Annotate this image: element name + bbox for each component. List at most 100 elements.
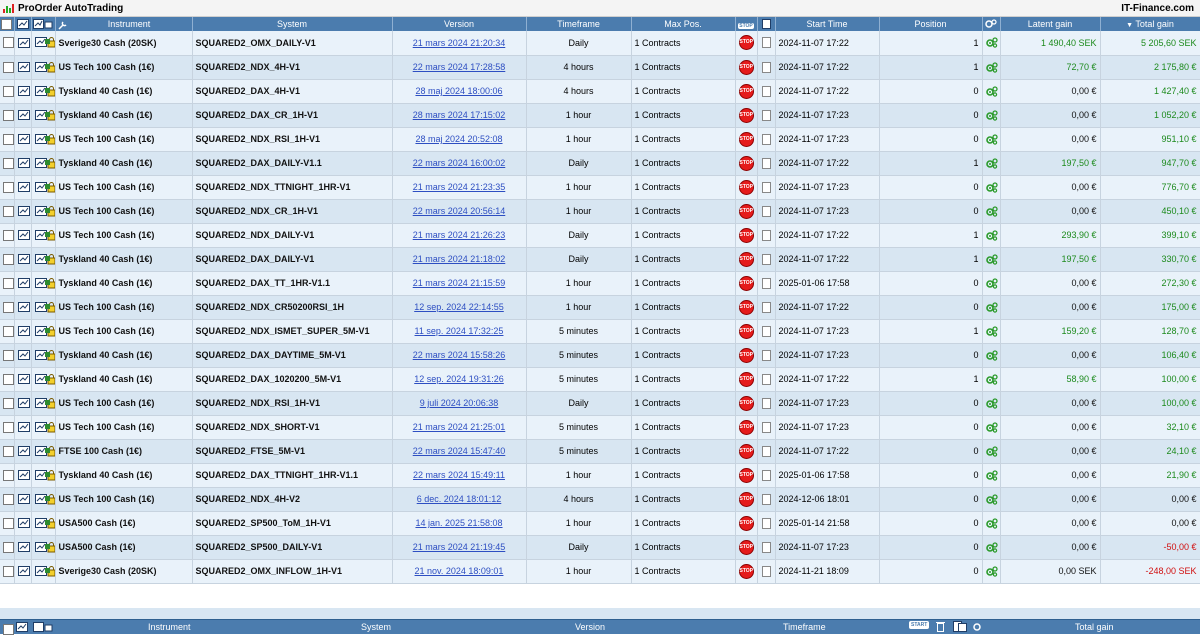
document-button[interactable]: [757, 151, 776, 176]
row-charts-lock-icon[interactable]: [31, 127, 56, 152]
row-charts-lock-icon[interactable]: [31, 271, 56, 296]
row-checkbox[interactable]: [0, 487, 15, 512]
stop-icon[interactable]: STOP: [738, 419, 754, 435]
start-time-header[interactable]: Start Time: [775, 17, 880, 31]
settings-button[interactable]: [982, 127, 1001, 152]
stop-icon[interactable]: STOP: [738, 131, 754, 147]
version-link[interactable]: 22 mars 2024 15:58:26: [413, 350, 506, 360]
position-header[interactable]: Position: [879, 17, 983, 31]
version-link[interactable]: 22 mars 2024 20:56:14: [413, 206, 506, 216]
stop-button[interactable]: STOP: [735, 271, 758, 296]
gears-icon[interactable]: [985, 421, 998, 433]
charts-lock-icon[interactable]: [33, 19, 53, 30]
document-icon[interactable]: [761, 541, 771, 553]
gears-icon[interactable]: [985, 37, 998, 49]
row-chart-icon[interactable]: [14, 367, 32, 392]
row-chart-icon[interactable]: [14, 487, 32, 512]
gears-icon[interactable]: [985, 109, 998, 121]
document-icon[interactable]: [761, 277, 771, 289]
settings-button[interactable]: [982, 463, 1001, 488]
document-icon[interactable]: [761, 397, 771, 409]
stop-icon[interactable]: STOP: [738, 251, 754, 267]
version-link[interactable]: 21 mars 2024 21:18:02: [413, 254, 506, 264]
stop-button[interactable]: STOP: [735, 151, 758, 176]
row-charts-lock-icon[interactable]: [31, 247, 56, 272]
settings-button[interactable]: [982, 391, 1001, 416]
stop-icon[interactable]: STOP: [738, 227, 754, 243]
document-button[interactable]: [757, 463, 776, 488]
gears-icon[interactable]: [985, 301, 998, 313]
stop-button[interactable]: STOP: [735, 247, 758, 272]
stop-button[interactable]: STOP: [735, 295, 758, 320]
wrench-icon[interactable]: [57, 20, 67, 30]
row-chart-icon[interactable]: [14, 127, 32, 152]
system-header[interactable]: System: [192, 17, 393, 31]
stop-icon[interactable]: STOP: [738, 179, 754, 195]
table-row[interactable]: US Tech 100 Cash (1€) SQUARED2_NDX_CR5020…: [0, 295, 1200, 320]
stop-icon[interactable]: STOP: [738, 203, 754, 219]
row-charts-lock-icon[interactable]: [31, 535, 56, 560]
row-checkbox[interactable]: [0, 559, 15, 584]
table-row[interactable]: Tyskland 40 Cash (1€) SQUARED2_DAX_DAILY-…: [0, 151, 1200, 176]
row-chart-icon[interactable]: [14, 415, 32, 440]
doc-header[interactable]: [757, 17, 776, 31]
row-chart-icon[interactable]: [14, 247, 32, 272]
stop-button[interactable]: STOP: [735, 343, 758, 368]
details-col-header[interactable]: [31, 17, 56, 31]
stop-icon[interactable]: STOP: [738, 323, 754, 339]
select-all-checkbox[interactable]: [1, 18, 13, 30]
row-charts-lock-icon[interactable]: [31, 295, 56, 320]
row-chart-icon[interactable]: [14, 391, 32, 416]
settings-button[interactable]: [982, 319, 1001, 344]
gears-icon[interactable]: [985, 85, 998, 97]
footer-instrument-label[interactable]: Instrument: [148, 622, 191, 632]
settings-button[interactable]: [982, 31, 1001, 56]
version-link[interactable]: 21 mars 2024 21:20:34: [413, 38, 506, 48]
settings-button[interactable]: [982, 367, 1001, 392]
row-chart-icon[interactable]: [14, 199, 32, 224]
settings-button[interactable]: [982, 223, 1001, 248]
row-chart-icon[interactable]: [14, 79, 32, 104]
row-checkbox[interactable]: [0, 199, 15, 224]
row-checkbox[interactable]: [0, 127, 15, 152]
stop-button[interactable]: STOP: [735, 511, 758, 536]
row-checkbox[interactable]: [0, 55, 15, 80]
row-checkbox[interactable]: [0, 343, 15, 368]
table-row[interactable]: US Tech 100 Cash (1€) SQUARED2_NDX_DAILY-…: [0, 223, 1200, 248]
row-checkbox[interactable]: [0, 31, 15, 56]
version-link[interactable]: 28 mars 2024 17:15:02: [413, 110, 506, 120]
table-row[interactable]: US Tech 100 Cash (1€) SQUARED2_NDX_RSI_1H…: [0, 127, 1200, 152]
gears-icon[interactable]: [985, 397, 998, 409]
document-button[interactable]: [757, 343, 776, 368]
instrument-header[interactable]: Instrument: [55, 17, 193, 31]
row-chart-icon[interactable]: [14, 175, 32, 200]
stop-button[interactable]: STOP: [735, 415, 758, 440]
row-chart-icon[interactable]: [14, 511, 32, 536]
stop-button[interactable]: STOP: [735, 439, 758, 464]
row-charts-lock-icon[interactable]: [31, 55, 56, 80]
row-chart-icon[interactable]: [14, 319, 32, 344]
document-icon[interactable]: [761, 517, 771, 529]
version-link[interactable]: 6 dec. 2024 18:01:12: [417, 494, 502, 504]
row-charts-lock-icon[interactable]: [31, 151, 56, 176]
document-icon[interactable]: [761, 109, 771, 121]
document-button[interactable]: [757, 559, 776, 584]
version-link[interactable]: 21 mars 2024 21:15:59: [413, 278, 506, 288]
total-gain-header[interactable]: ▼ Total gain: [1100, 17, 1200, 31]
document-button[interactable]: [757, 175, 776, 200]
settings-button[interactable]: [982, 79, 1001, 104]
latent-gain-header[interactable]: Latent gain: [1000, 17, 1101, 31]
row-charts-lock-icon[interactable]: [31, 343, 56, 368]
settings-button[interactable]: [982, 247, 1001, 272]
start-all-badge[interactable]: START: [909, 621, 930, 629]
version-link[interactable]: 21 mars 2024 21:23:35: [413, 182, 506, 192]
stop-button[interactable]: STOP: [735, 127, 758, 152]
row-checkbox[interactable]: [0, 223, 15, 248]
row-checkbox[interactable]: [0, 511, 15, 536]
stop-button[interactable]: STOP: [735, 463, 758, 488]
footer-version-label[interactable]: Version: [575, 622, 605, 632]
stop-icon[interactable]: STOP: [738, 563, 754, 579]
stop-icon[interactable]: STOP: [738, 371, 754, 387]
table-row[interactable]: Tyskland 40 Cash (1€) SQUARED2_DAX_4H-V1 2…: [0, 79, 1200, 104]
table-row[interactable]: Tyskland 40 Cash (1€) SQUARED2_DAX_102020…: [0, 367, 1200, 392]
